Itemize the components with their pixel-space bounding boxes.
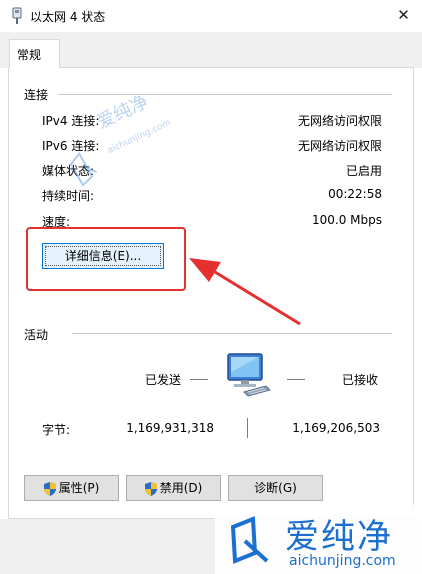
watermark-domain: aichunjing.com xyxy=(289,553,396,569)
title-bar: 以太网 4 状态 ✕ xyxy=(0,0,422,32)
connection-group-label: 连接 xyxy=(24,86,53,103)
diagnose-button[interactable]: 诊断(G) xyxy=(228,475,323,501)
tab-strip xyxy=(0,32,422,68)
properties-button[interactable]: 属性(P) xyxy=(24,475,119,501)
received-label: 已接收 xyxy=(342,373,379,387)
close-button[interactable]: ✕ xyxy=(385,0,422,30)
watermark-large: 爱纯净 aichunjing.com xyxy=(215,505,422,574)
highlight-box xyxy=(26,227,186,291)
bytes-label: 字节: xyxy=(42,423,71,437)
media-state-value: 已启用 xyxy=(345,164,382,178)
disable-button-label: 禁用(D) xyxy=(159,481,203,495)
network-adapter-icon xyxy=(12,7,22,24)
speed-value: 100.0 Mbps xyxy=(311,213,382,227)
network-computer-icon xyxy=(227,353,271,397)
watermark-logo-icon xyxy=(230,516,269,564)
window-title: 以太网 4 状态 xyxy=(30,10,106,24)
duration-value: 00:22:58 xyxy=(328,187,382,201)
highlight-arrow xyxy=(189,258,301,326)
ipv6-value: 无网络访问权限 xyxy=(297,139,382,153)
bytes-divider xyxy=(247,418,248,438)
activity-group-label: 活动 xyxy=(24,326,53,343)
watermark-brand: 爱纯净 xyxy=(285,517,393,557)
sent-label: 已发送 xyxy=(145,373,182,387)
bytes-sent-value: 1,169,931,318 xyxy=(126,421,214,435)
bytes-received-value: 1,169,206,503 xyxy=(292,421,380,435)
connection-group-line xyxy=(58,94,392,95)
ipv4-value: 无网络访问权限 xyxy=(297,114,382,128)
close-icon: ✕ xyxy=(397,6,410,24)
received-dash xyxy=(287,379,305,380)
diagnose-button-label: 诊断(G) xyxy=(254,481,297,495)
shield-icon xyxy=(43,481,56,496)
tab-general-label: 常规 xyxy=(17,48,42,62)
tab-general[interactable]: 常规 xyxy=(9,39,60,68)
disable-button[interactable]: 禁用(D) xyxy=(126,475,221,501)
activity-group-line xyxy=(72,333,392,334)
shield-icon xyxy=(144,481,157,496)
properties-button-label: 属性(P) xyxy=(58,481,100,495)
sent-dash xyxy=(190,379,208,380)
